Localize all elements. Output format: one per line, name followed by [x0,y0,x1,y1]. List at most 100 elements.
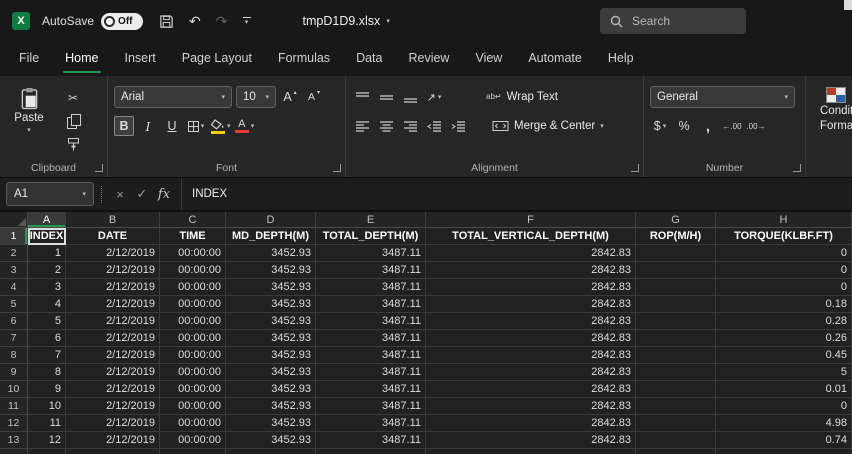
font-name-combo[interactable]: Arial ▾ [114,86,232,108]
cell-C9[interactable]: 00:00:00 [160,364,226,381]
row-header-1[interactable]: 1 [0,228,28,245]
cell-G10[interactable] [636,381,716,398]
tab-insert[interactable]: Insert [112,42,169,76]
cell-G3[interactable] [636,262,716,279]
row-header-12[interactable]: 12 [0,415,28,432]
cell-G12[interactable] [636,415,716,432]
cell-H13[interactable]: 0.74 [716,432,852,449]
cell-C13[interactable]: 00:00:00 [160,432,226,449]
conditional-formatting-button[interactable]: Conditi Formatt [812,84,852,133]
tab-view[interactable]: View [462,42,515,76]
cell-E12[interactable]: 3487.11 [316,415,426,432]
cell-D10[interactable]: 3452.93 [226,381,316,398]
row-header-9[interactable]: 9 [0,364,28,381]
tab-data[interactable]: Data [343,42,395,76]
cut-button[interactable]: ✂ [62,89,84,107]
cell-F8[interactable]: 2842.83 [426,347,636,364]
title-dropdown-icon[interactable]: ▾ [386,17,390,25]
cell-H9[interactable]: 5 [716,364,852,381]
column-header-G[interactable]: G [636,212,716,228]
number-format-combo[interactable]: General ▾ [650,86,795,108]
cell-G4[interactable] [636,279,716,296]
row-header-5[interactable]: 5 [0,296,28,313]
cell-C1[interactable]: TIME [160,228,226,245]
cell-F9[interactable]: 2842.83 [426,364,636,381]
cell-B9[interactable]: 2/12/2019 [66,364,160,381]
cell-H12[interactable]: 4.98 [716,415,852,432]
cell-A11[interactable]: 10 [28,398,66,415]
cell-E2[interactable]: 3487.11 [316,245,426,262]
column-header-F[interactable]: F [426,212,636,228]
cell-E6[interactable]: 3487.11 [316,313,426,330]
cell-E1[interactable]: TOTAL_DEPTH(M) [316,228,426,245]
undo-button[interactable]: ↶ [189,13,201,30]
cell-A1[interactable]: INDEX [28,228,66,245]
document-title[interactable]: tmpD1D9.xlsx ▾ [303,14,390,28]
cell-F1[interactable]: TOTAL_VERTICAL_DEPTH(M) [426,228,636,245]
decrease-decimal-button[interactable]: .00→ [746,116,766,136]
fill-color-button[interactable]: ▾ [210,116,231,136]
cell-A3[interactable]: 2 [28,262,66,279]
cell-E3[interactable]: 3487.11 [316,262,426,279]
cell-H1[interactable]: TORQUE(KLBF.FT) [716,228,852,245]
redo-button[interactable]: ↷ [216,13,228,30]
merge-center-dropdown-icon[interactable]: ▾ [600,122,604,130]
italic-button[interactable]: I [138,116,158,136]
align-bottom-button[interactable] [400,87,420,107]
align-top-button[interactable] [352,87,372,107]
enter-icon[interactable]: ✓ [131,186,153,202]
row-header-3[interactable]: 3 [0,262,28,279]
cell-F6[interactable]: 2842.83 [426,313,636,330]
bold-button[interactable]: B [114,116,134,136]
cell-D2[interactable]: 3452.93 [226,245,316,262]
cell-G11[interactable] [636,398,716,415]
name-box[interactable]: A1 ▾ [6,182,94,206]
row-header-10[interactable]: 10 [0,381,28,398]
row-header-4[interactable]: 4 [0,279,28,296]
cell-B2[interactable]: 2/12/2019 [66,245,160,262]
cell-H8[interactable]: 0.45 [716,347,852,364]
cell-G1[interactable]: ROP(M/H) [636,228,716,245]
font-size-combo[interactable]: 10 ▾ [236,86,276,108]
customize-toolbar-icon[interactable]: ▾ [242,17,251,26]
cell-D7[interactable]: 3452.93 [226,330,316,347]
row-header-7[interactable]: 7 [0,330,28,347]
column-header-H[interactable]: H [716,212,852,228]
increase-decimal-button[interactable]: ←.00 [722,116,742,136]
tab-page-layout[interactable]: Page Layout [169,42,265,76]
cell-H4[interactable]: 0 [716,279,852,296]
cell-C6[interactable]: 00:00:00 [160,313,226,330]
cell-F5[interactable]: 2842.83 [426,296,636,313]
cell-D3[interactable]: 3452.93 [226,262,316,279]
save-icon[interactable] [159,14,174,29]
cell-G9[interactable] [636,364,716,381]
cell-C8[interactable]: 00:00:00 [160,347,226,364]
autosave-switch[interactable]: Off [101,12,144,30]
cell-A12[interactable]: 11 [28,415,66,432]
cell-H5[interactable]: 0.18 [716,296,852,313]
formula-input[interactable]: INDEX [192,188,852,200]
decrease-indent-button[interactable] [424,116,444,136]
cell-G5[interactable] [636,296,716,313]
paste-dropdown-icon[interactable]: ▾ [27,126,31,134]
cell-H2[interactable]: 0 [716,245,852,262]
cell-B6[interactable]: 2/12/2019 [66,313,160,330]
tab-home[interactable]: Home [52,42,111,76]
cell-C12[interactable]: 00:00:00 [160,415,226,432]
copy-button[interactable] [62,112,84,130]
row-header-8[interactable]: 8 [0,347,28,364]
percent-style-button[interactable]: % [674,116,694,136]
column-header-A[interactable]: A [28,212,66,228]
increase-indent-button[interactable] [448,116,468,136]
cell-A2[interactable]: 1 [28,245,66,262]
excel-logo-icon[interactable]: X [12,12,30,30]
cell-G2[interactable] [636,245,716,262]
cell-A8[interactable]: 7 [28,347,66,364]
wrap-text-button[interactable]: ab↵ Wrap Text [486,91,558,103]
cell-C7[interactable]: 00:00:00 [160,330,226,347]
search-box[interactable]: Search [600,8,746,34]
align-left-button[interactable] [352,116,372,136]
cell-E9[interactable]: 3487.11 [316,364,426,381]
font-color-button[interactable]: A ▾ [234,116,255,136]
cell-E7[interactable]: 3487.11 [316,330,426,347]
